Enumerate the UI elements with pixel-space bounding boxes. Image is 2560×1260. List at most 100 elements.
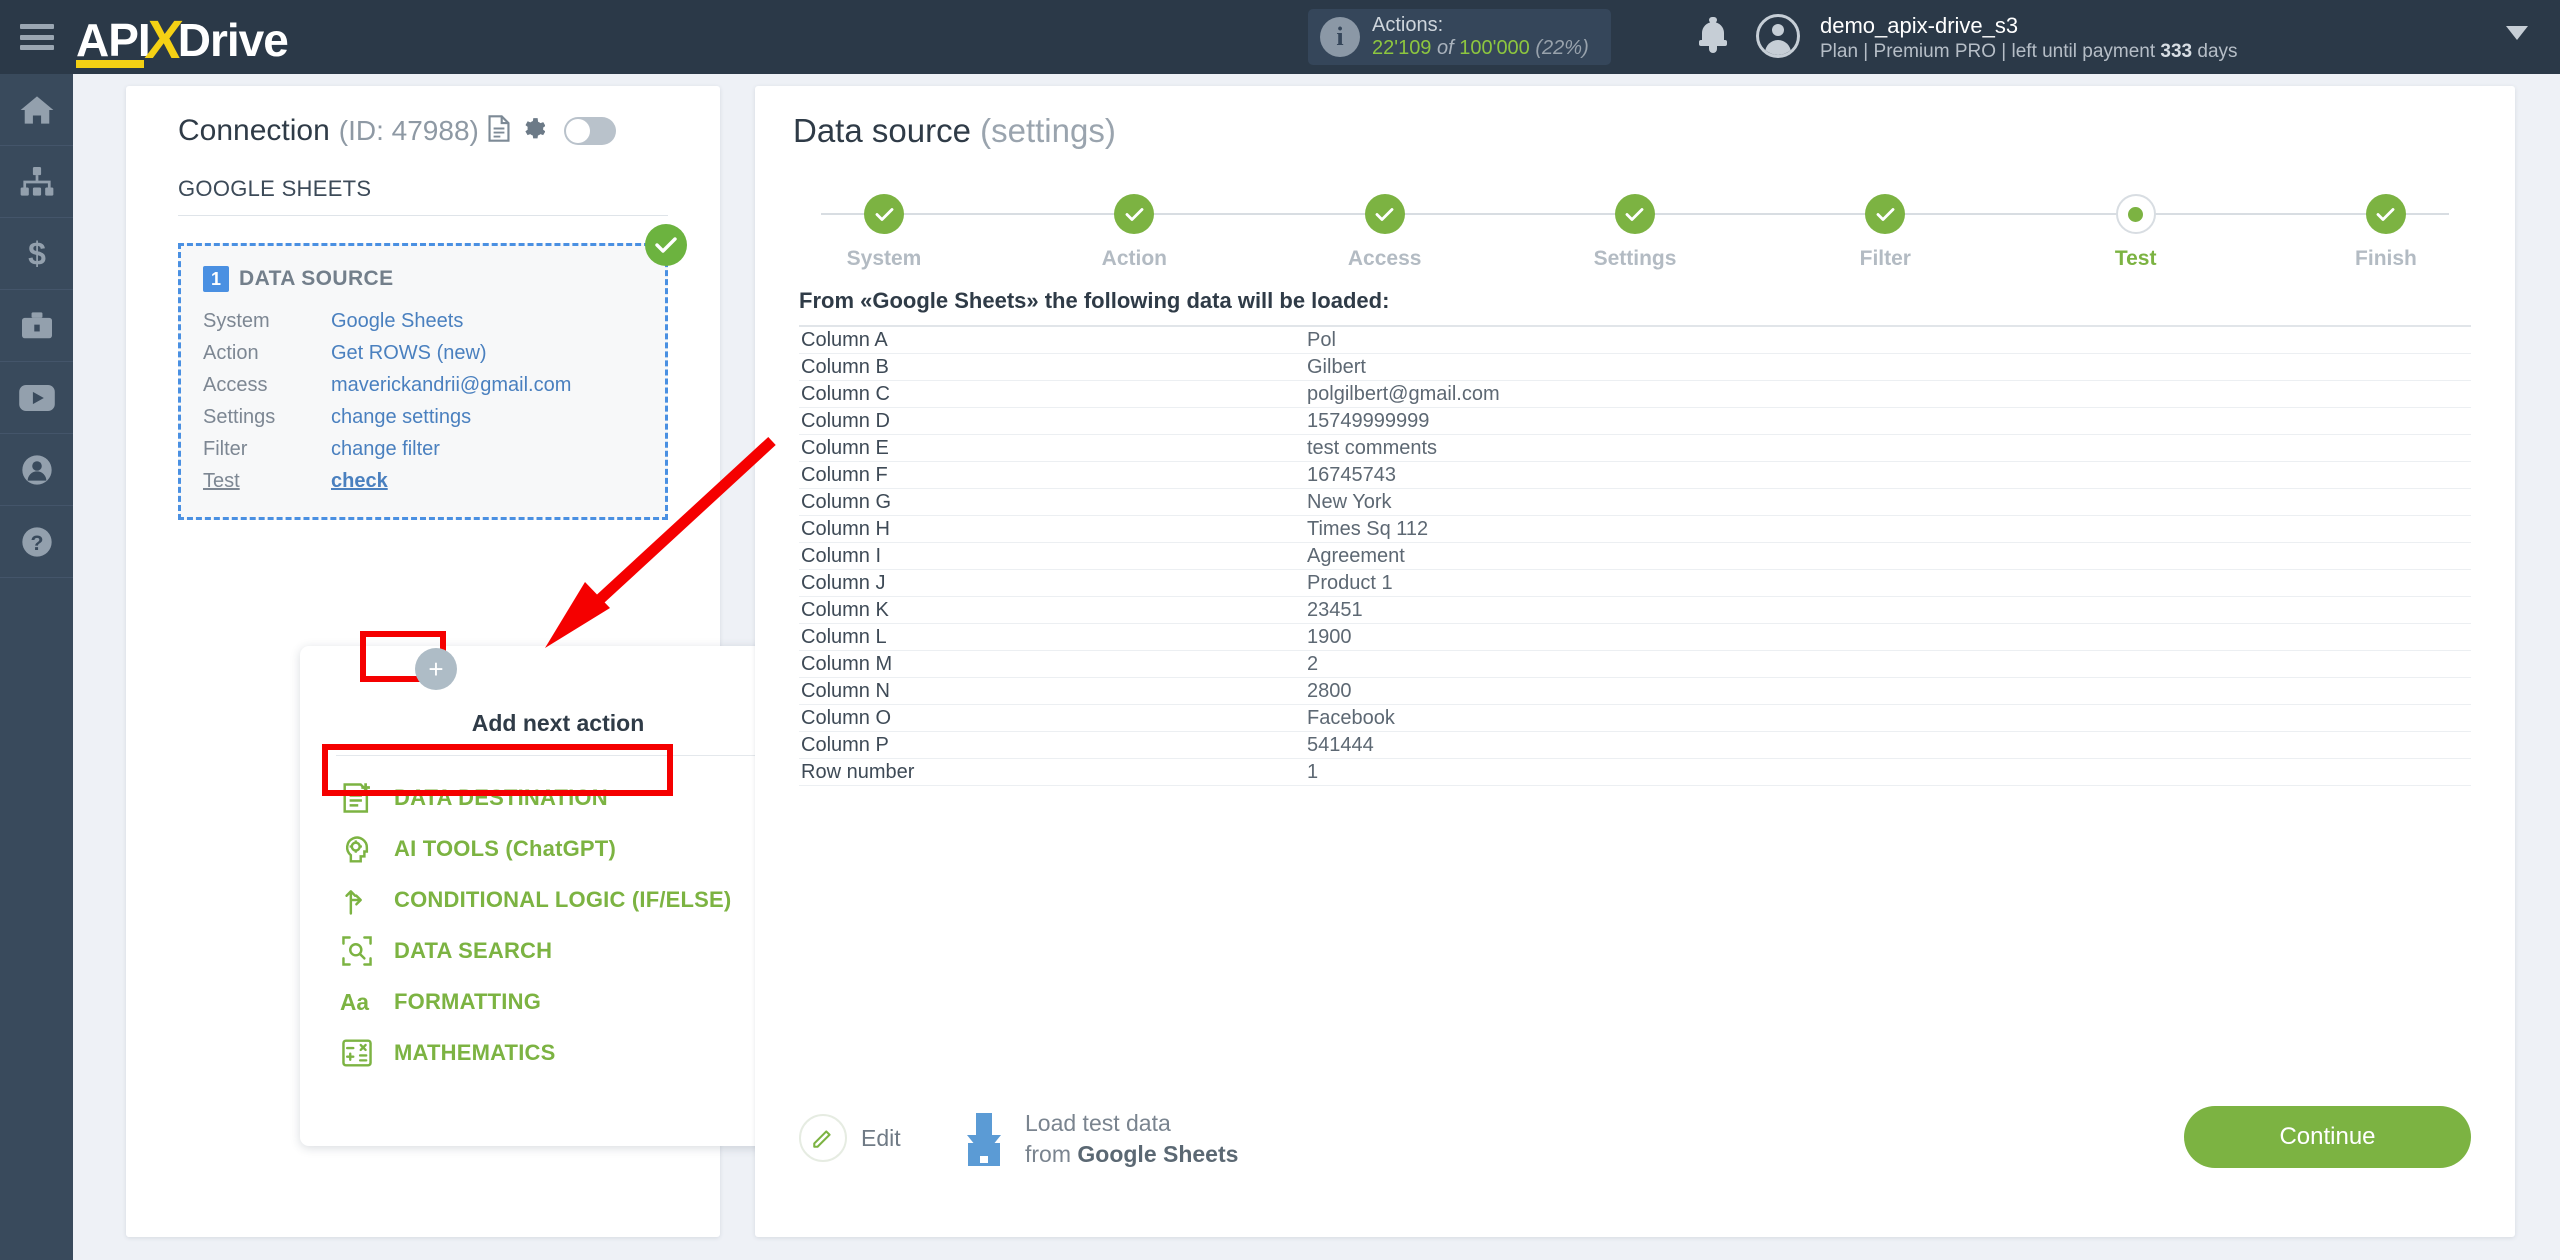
actions-percent: (22%) xyxy=(1535,37,1589,59)
help-icon[interactable]: ? xyxy=(0,506,73,578)
field-name: Column F xyxy=(801,463,888,486)
load-test-data-source: Google Sheets xyxy=(1077,1141,1239,1168)
field-value: 1900 xyxy=(1307,625,1352,648)
gear-icon[interactable] xyxy=(519,116,546,147)
field-name: Column C xyxy=(801,382,890,405)
user-name: demo_apix-drive_s3 xyxy=(1820,13,2019,38)
table-caption: From «Google Sheets» the following data … xyxy=(799,288,1390,313)
mathematics-icon xyxy=(340,1036,374,1070)
field-value: Pol xyxy=(1307,328,1336,351)
row-value-access[interactable]: maverickandrii@gmail.com xyxy=(331,369,571,401)
main-title-sub: (settings) xyxy=(980,112,1116,149)
step-finish[interactable]: Finish xyxy=(2301,194,2471,271)
data-source-card[interactable]: 1 DATA SOURCE System Google Sheets Actio… xyxy=(178,224,687,520)
days-word: days xyxy=(2197,40,2238,62)
step-filter[interactable]: Filter xyxy=(1800,194,1970,271)
add-next-action-button[interactable]: + xyxy=(415,648,457,690)
menu-item-conditional-logic[interactable]: CONDITIONAL LOGIC (IF/ELSE) xyxy=(340,874,816,925)
table-row: Column A Pol xyxy=(799,327,2471,354)
home-icon[interactable] xyxy=(0,74,73,146)
svg-text:$: $ xyxy=(28,238,46,270)
table-row: Column K 23451 xyxy=(799,597,2471,624)
row-value-filter[interactable]: change filter xyxy=(331,433,440,465)
field-name: Column G xyxy=(801,490,892,513)
field-value: test comments xyxy=(1307,436,1438,459)
row-key: System xyxy=(203,310,270,332)
menu-item-label: CONDITIONAL LOGIC (IF/ELSE) xyxy=(394,886,732,912)
check-icon xyxy=(864,194,904,234)
data-source-settings-panel: Data source (settings) System Action Acc… xyxy=(755,86,2515,1237)
row-key: Settings xyxy=(203,406,276,428)
table-row: Column I Agreement xyxy=(799,543,2471,570)
menu-item-ai-tools[interactable]: AI TOOLS (ChatGPT) xyxy=(340,823,816,874)
table-row: Settings change settings xyxy=(203,401,665,433)
briefcase-icon[interactable] xyxy=(0,290,73,362)
table-row: System Google Sheets xyxy=(203,305,665,337)
connection-id: (ID: 47988) xyxy=(338,115,479,146)
chevron-down-icon[interactable] xyxy=(2506,26,2528,40)
table-row: Column H Times Sq 112 xyxy=(799,516,2471,543)
apixdrive-logo[interactable]: API X Drive xyxy=(76,10,289,70)
step-label: Filter xyxy=(1859,247,1911,270)
table-row: Column F 16745743 xyxy=(799,462,2471,489)
top-bar: API X Drive i Actions: 22'109 of 100'000… xyxy=(0,0,2560,74)
actions-quota-pill[interactable]: i Actions: 22'109 of 100'000 (22%) xyxy=(1308,9,1611,65)
load-test-data-button[interactable]: Load test data from Google Sheets xyxy=(959,1108,1238,1170)
table-row: Column B Gilbert xyxy=(799,354,2471,381)
row-value-system[interactable]: Google Sheets xyxy=(331,305,463,337)
actions-total: 100'000 xyxy=(1459,37,1530,59)
field-value: 16745743 xyxy=(1307,463,1396,486)
add-next-action-title: Add next action xyxy=(471,710,645,736)
field-name: Column M xyxy=(801,652,893,675)
info-icon: i xyxy=(1320,17,1360,57)
notification-bell-icon[interactable] xyxy=(1698,17,1728,56)
check-icon xyxy=(1614,194,1655,234)
step-access[interactable]: Access xyxy=(1300,194,1470,271)
hamburger-icon[interactable] xyxy=(20,24,54,50)
table-row: Column D 15749999999 xyxy=(799,408,2471,435)
menu-item-data-search[interactable]: DATA SEARCH xyxy=(340,925,816,976)
row-key: Filter xyxy=(203,438,248,460)
user-avatar-icon[interactable] xyxy=(1756,14,1800,58)
step-label: System xyxy=(846,247,922,270)
field-value: Times Sq 112 xyxy=(1307,517,1429,540)
check-icon xyxy=(1364,194,1405,234)
connections-icon[interactable] xyxy=(0,146,73,218)
connection-header: Connection (ID: 47988) xyxy=(126,86,720,148)
step-test[interactable]: Test xyxy=(2051,194,2221,271)
conditional-logic-icon xyxy=(340,883,374,917)
billing-icon[interactable]: $ xyxy=(0,218,73,290)
document-icon[interactable] xyxy=(488,115,510,147)
user-info[interactable]: demo_apix-drive_s3 Plan | Premium PRO | … xyxy=(1820,12,2238,63)
add-next-action-card: Add next action DATA DESTINATION AI TOOL… xyxy=(300,646,816,1146)
row-value-action[interactable]: Get ROWS (new) xyxy=(331,337,487,369)
actions-used: 22'109 xyxy=(1372,37,1432,59)
menu-item-label: DATA SEARCH xyxy=(394,937,553,963)
field-name: Column K xyxy=(801,598,889,621)
field-name: Column L xyxy=(801,625,887,648)
step-settings[interactable]: Settings xyxy=(1550,194,1720,271)
row-value-test-check[interactable]: check xyxy=(331,465,388,497)
menu-item-data-destination[interactable]: DATA DESTINATION xyxy=(340,772,816,823)
current-step-indicator xyxy=(2115,194,2156,234)
menu-item-mathematics[interactable]: MATHEMATICS xyxy=(340,1027,816,1078)
check-icon xyxy=(1114,194,1155,234)
continue-button[interactable]: Continue xyxy=(2184,1106,2471,1168)
actions-label: Actions: xyxy=(1372,14,1444,36)
row-key: Action xyxy=(203,342,259,364)
menu-item-formatting[interactable]: Aa FORMATTING xyxy=(340,976,816,1027)
step-action[interactable]: Action xyxy=(1049,194,1219,271)
page-title: Connection xyxy=(178,114,330,147)
connection-toggle[interactable] xyxy=(563,117,616,145)
edit-button[interactable]: Edit xyxy=(799,1114,901,1162)
test-data-table: Column A Pol Column B Gilbert Column C polg… xyxy=(799,325,2471,786)
connection-system-label: GOOGLE SHEETS xyxy=(178,176,668,216)
edit-label: Edit xyxy=(861,1124,901,1151)
row-value-settings[interactable]: change settings xyxy=(331,401,471,433)
step-system[interactable]: System xyxy=(799,194,969,271)
table-row: Test check xyxy=(203,465,665,497)
pencil-icon xyxy=(799,1114,847,1162)
account-icon[interactable] xyxy=(0,434,73,506)
menu-item-label: AI TOOLS (ChatGPT) xyxy=(394,835,616,861)
youtube-icon[interactable] xyxy=(0,362,73,434)
